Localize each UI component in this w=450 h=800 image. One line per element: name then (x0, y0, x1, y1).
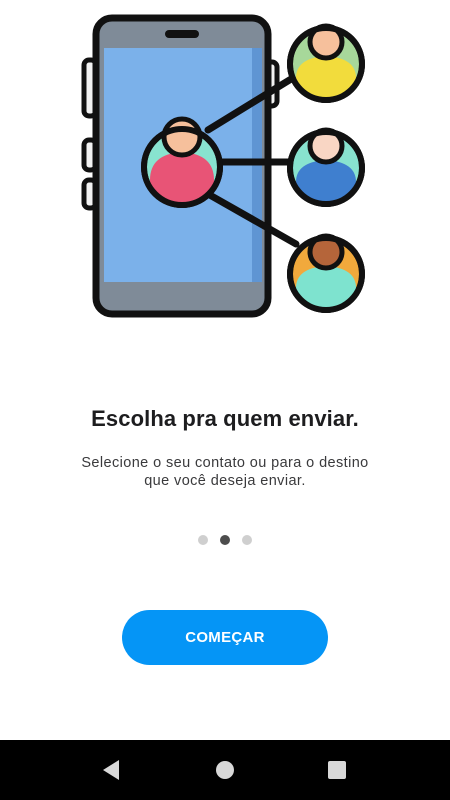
home-circle-icon[interactable] (213, 758, 237, 782)
recents-square-icon[interactable] (325, 758, 349, 782)
page-indicator (0, 535, 450, 545)
page-dot-2-active[interactable] (220, 535, 230, 545)
onboarding-subtitle: Selecione o seu contato ou para o destin… (81, 455, 369, 489)
onboarding-screen: Escolha pra quem enviar. Selecione o seu… (0, 0, 450, 800)
phone-share-contacts-icon (81, 14, 365, 318)
page-dot-1[interactable] (198, 535, 208, 545)
back-triangle-icon[interactable] (99, 758, 123, 782)
system-navigation-bar (0, 740, 450, 800)
page-dot-3[interactable] (242, 535, 252, 545)
start-button[interactable]: COMEÇAR (122, 610, 328, 665)
onboarding-title: Escolha pra quem enviar. (91, 406, 359, 431)
